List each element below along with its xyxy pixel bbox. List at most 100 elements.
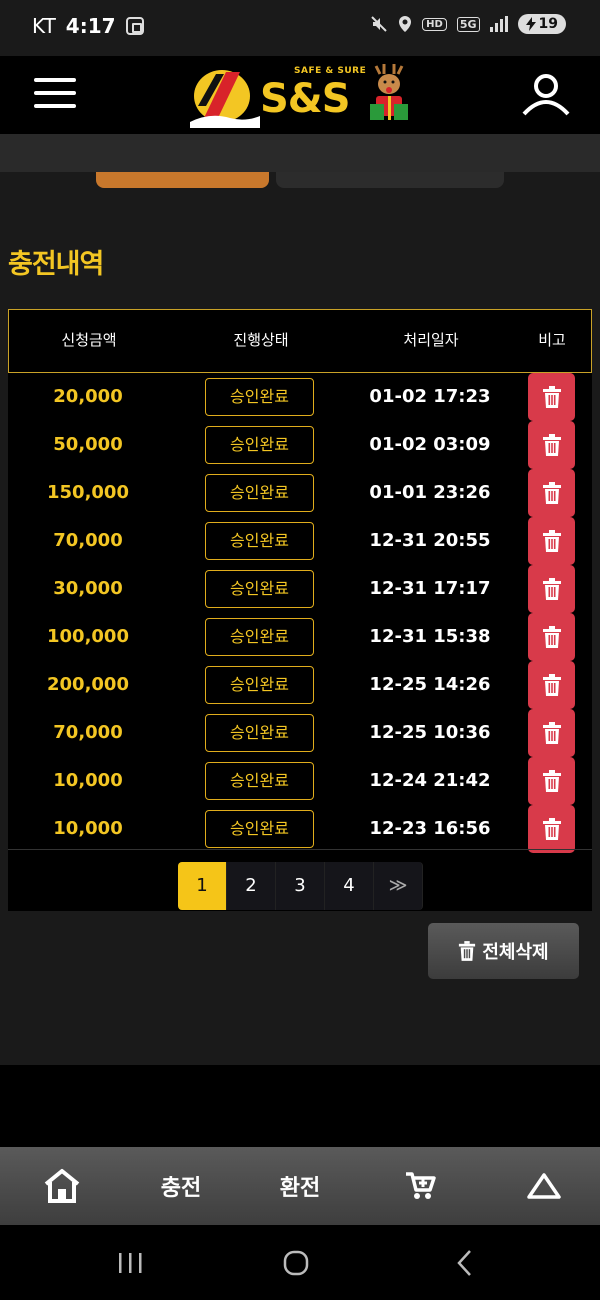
table-row: 10,000 승인완료 12-23 16:56 (8, 805, 592, 853)
date-cell: 01-01 23:26 (369, 482, 491, 503)
date-cell: 01-02 17:23 (369, 386, 491, 407)
date-cell: 12-31 20:55 (369, 530, 491, 551)
nav-scroll-top-button[interactable] (504, 1147, 584, 1225)
page-title: 충전내역 (8, 249, 104, 280)
home-circle-icon (283, 1250, 309, 1276)
amount-cell: 10,000 (53, 770, 123, 791)
table-row: 200,000 승인완료 12-25 14:26 (8, 661, 592, 709)
trash-icon (542, 626, 561, 648)
user-icon (522, 74, 570, 116)
trash-icon (459, 941, 476, 961)
clock: 4:17 (65, 14, 116, 38)
page-button-4[interactable]: 4 (325, 862, 374, 910)
app-header: SAFE & SURE S&S (0, 56, 600, 134)
delete-row-button[interactable] (528, 709, 575, 757)
battery-indicator: 19 (517, 14, 566, 34)
nav-charge-label: 충전 (160, 1176, 202, 1201)
status-badge[interactable]: 승인완료 (205, 714, 314, 752)
date-cell: 12-31 15:38 (369, 626, 491, 647)
column-header-date: 처리일자 (403, 331, 459, 349)
logo-emblem-icon (190, 70, 260, 128)
cart-icon (406, 1172, 436, 1199)
table-row: 30,000 승인완료 12-31 17:17 (8, 565, 592, 613)
status-badge[interactable]: 승인완료 (205, 762, 314, 800)
delete-row-button[interactable] (528, 565, 575, 613)
signal-icon (489, 16, 508, 32)
next-page-button[interactable]: ≫ (374, 862, 423, 910)
table-header: 신청금액 진행상태 처리일자 비고 (8, 309, 592, 373)
trash-icon (542, 530, 561, 552)
site-logo[interactable]: SAFE & SURE S&S (190, 62, 412, 128)
amount-cell: 200,000 (47, 674, 129, 695)
sub-header-band (0, 134, 600, 172)
reindeer-mascot-icon (370, 64, 408, 120)
status-badge[interactable]: 승인완료 (205, 474, 314, 512)
pagination: 1 2 3 4 ≫ (178, 862, 423, 910)
network-badge: 5G (456, 16, 480, 32)
hamburger-icon (34, 78, 76, 82)
delete-row-button[interactable] (528, 805, 575, 853)
status-badge[interactable]: 승인완료 (205, 666, 314, 704)
trash-icon (542, 770, 561, 792)
page-button-3[interactable]: 3 (276, 862, 325, 910)
status-badge[interactable]: 승인완료 (205, 378, 314, 416)
amount-cell: 30,000 (53, 578, 123, 599)
user-account-button[interactable] (522, 74, 570, 116)
nav-home-button[interactable] (22, 1147, 102, 1225)
status-badge[interactable]: 승인완료 (205, 570, 314, 608)
delete-all-button[interactable]: 전체삭제 (428, 923, 579, 979)
amount-cell: 20,000 (53, 386, 123, 407)
battery-level: 19 (538, 16, 558, 32)
table-row: 50,000 승인완료 01-02 03:09 (8, 421, 592, 469)
column-header-status: 진행상태 (233, 331, 289, 349)
nav-exchange-button[interactable]: 환전 (259, 1147, 341, 1225)
tab-active[interactable] (96, 172, 269, 188)
home-icon (44, 1169, 80, 1203)
column-header-amount: 신청금액 (61, 331, 117, 349)
delete-row-button[interactable] (528, 757, 575, 805)
mute-icon (371, 16, 387, 32)
amount-cell: 150,000 (47, 482, 129, 503)
trash-icon (542, 434, 561, 456)
delete-row-button[interactable] (528, 517, 575, 565)
delete-all-label: 전체삭제 (482, 942, 549, 963)
status-badge[interactable]: 승인완료 (205, 522, 314, 560)
trash-icon (542, 818, 561, 840)
date-cell: 12-25 14:26 (369, 674, 491, 695)
delete-row-button[interactable] (528, 613, 575, 661)
trash-icon (542, 722, 561, 744)
status-badge[interactable]: 승인완료 (205, 426, 314, 464)
bottom-spacer (0, 1065, 600, 1147)
nav-cart-button[interactable] (380, 1147, 460, 1225)
delete-row-button[interactable] (528, 661, 575, 709)
bottom-nav: 충전 환전 (0, 1147, 600, 1225)
delete-row-button[interactable] (528, 373, 575, 421)
nav-exchange-label: 환전 (279, 1176, 321, 1201)
tab-inactive[interactable] (276, 172, 504, 188)
back-button[interactable] (446, 1243, 486, 1283)
table-divider (8, 849, 592, 850)
date-cell: 12-23 16:56 (369, 818, 491, 839)
screenshot-icon (125, 17, 144, 35)
table-row: 10,000 승인완료 12-24 21:42 (8, 757, 592, 805)
menu-button[interactable] (34, 78, 76, 112)
logo-tagline: SAFE & SURE (294, 66, 367, 76)
amount-cell: 100,000 (47, 626, 129, 647)
page-button-1[interactable]: 1 (178, 862, 227, 910)
trash-icon (542, 578, 561, 600)
table-body: 20,000 승인완료 01-02 17:23 50,000 승인완료 01-0… (8, 373, 592, 911)
delete-row-button[interactable] (528, 421, 575, 469)
home-system-button[interactable] (276, 1243, 316, 1283)
date-cell: 12-31 17:17 (369, 578, 491, 599)
recent-apps-button[interactable] (110, 1243, 150, 1283)
nav-charge-button[interactable]: 충전 (140, 1147, 222, 1225)
table-row: 70,000 승인완료 12-31 20:55 (8, 517, 592, 565)
page-button-2[interactable]: 2 (227, 862, 276, 910)
status-badge[interactable]: 승인완료 (205, 618, 314, 656)
table-row: 150,000 승인완료 01-01 23:26 (8, 469, 592, 517)
delete-row-button[interactable] (528, 469, 575, 517)
trash-icon (542, 674, 561, 696)
charging-icon (525, 17, 536, 31)
system-nav-bar (0, 1225, 600, 1300)
status-badge[interactable]: 승인완료 (205, 810, 314, 848)
